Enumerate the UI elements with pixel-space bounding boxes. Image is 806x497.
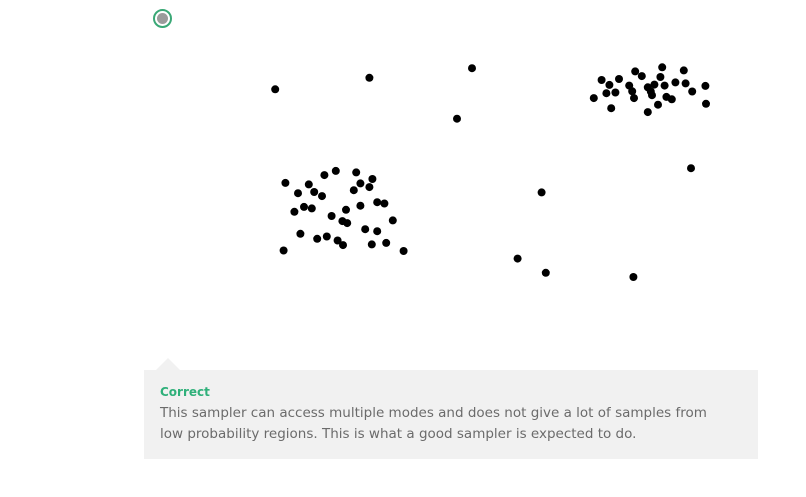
scatter-point bbox=[468, 64, 476, 73]
scatter-point bbox=[356, 201, 365, 210]
scatter-point bbox=[688, 87, 697, 96]
scatter-point bbox=[537, 188, 546, 197]
scatter-point bbox=[307, 204, 316, 213]
scatter-point bbox=[320, 171, 329, 180]
scatter-point bbox=[373, 198, 382, 207]
scatter-point bbox=[602, 89, 611, 98]
scatter-point bbox=[656, 73, 665, 81]
scatter-point bbox=[660, 81, 669, 90]
scatter-point bbox=[615, 75, 623, 83]
scatter-point bbox=[643, 108, 652, 117]
scatter-point bbox=[597, 76, 606, 84]
scatter-point bbox=[654, 100, 662, 109]
scatter-point bbox=[630, 94, 638, 103]
scatter-point bbox=[388, 216, 397, 225]
scatter-point bbox=[322, 232, 331, 241]
scatter-point bbox=[368, 175, 377, 183]
scatter-point bbox=[300, 202, 308, 211]
scatter-point bbox=[399, 247, 408, 255]
feedback-title: Correct bbox=[160, 385, 210, 399]
scatter-point bbox=[349, 186, 358, 195]
feedback-pointer bbox=[156, 358, 180, 370]
scatter-point bbox=[687, 164, 695, 173]
scatter-point bbox=[318, 192, 326, 201]
scatter-point bbox=[352, 168, 361, 177]
scatter-point bbox=[331, 166, 340, 175]
scatter-point bbox=[373, 227, 382, 236]
scatter-point bbox=[365, 183, 374, 192]
scatter-plot bbox=[271, 63, 710, 281]
scatter-point bbox=[294, 189, 302, 198]
scatter-point bbox=[671, 78, 680, 87]
scatter-point bbox=[701, 81, 710, 90]
scatter-point bbox=[611, 88, 620, 97]
scatter-point bbox=[658, 63, 667, 72]
scatter-point bbox=[637, 72, 646, 81]
scatter-point bbox=[629, 273, 638, 281]
scatter-point bbox=[702, 99, 710, 108]
scatter-point bbox=[453, 114, 461, 123]
scatter-point bbox=[361, 225, 370, 234]
scatter-point bbox=[356, 179, 365, 188]
scatter-point bbox=[296, 229, 305, 238]
feedback-panel: Correct This sampler can access multiple… bbox=[144, 370, 758, 459]
scatter-point bbox=[605, 80, 614, 89]
scatter-point bbox=[313, 234, 322, 243]
feedback-text-line-1: This sampler can access multiple modes a… bbox=[160, 405, 707, 421]
scatter-point bbox=[631, 67, 640, 76]
scatter-point bbox=[650, 80, 659, 89]
scatter-point bbox=[367, 240, 376, 249]
scatter-point bbox=[342, 205, 350, 214]
scatter-point bbox=[333, 236, 342, 245]
feedback-text: This sampler can access multiple modes a… bbox=[160, 403, 742, 445]
scatter-point bbox=[304, 180, 313, 189]
scatter-point bbox=[327, 212, 336, 220]
question-option: Correct This sampler can access multiple… bbox=[0, 0, 806, 497]
scatter-point bbox=[290, 207, 299, 216]
scatter-point bbox=[279, 246, 288, 255]
scatter-point bbox=[271, 85, 280, 94]
scatter-point bbox=[343, 219, 352, 228]
scatter-point bbox=[607, 104, 616, 113]
scatter-point bbox=[380, 199, 389, 208]
scatter-point bbox=[513, 254, 522, 263]
scatter-point bbox=[589, 94, 598, 103]
scatter-point bbox=[679, 66, 688, 75]
scatter-point bbox=[681, 79, 690, 88]
scatter-point bbox=[628, 87, 637, 96]
scatter-point bbox=[667, 95, 676, 104]
scatter-point bbox=[365, 73, 374, 82]
scatter-point bbox=[541, 268, 550, 277]
feedback-text-line-2: low probability regions. This is what a … bbox=[160, 426, 637, 442]
scatter-point bbox=[382, 238, 391, 247]
scatter-point bbox=[281, 178, 290, 187]
scatter-point bbox=[310, 188, 319, 196]
scatter-point bbox=[648, 91, 656, 100]
